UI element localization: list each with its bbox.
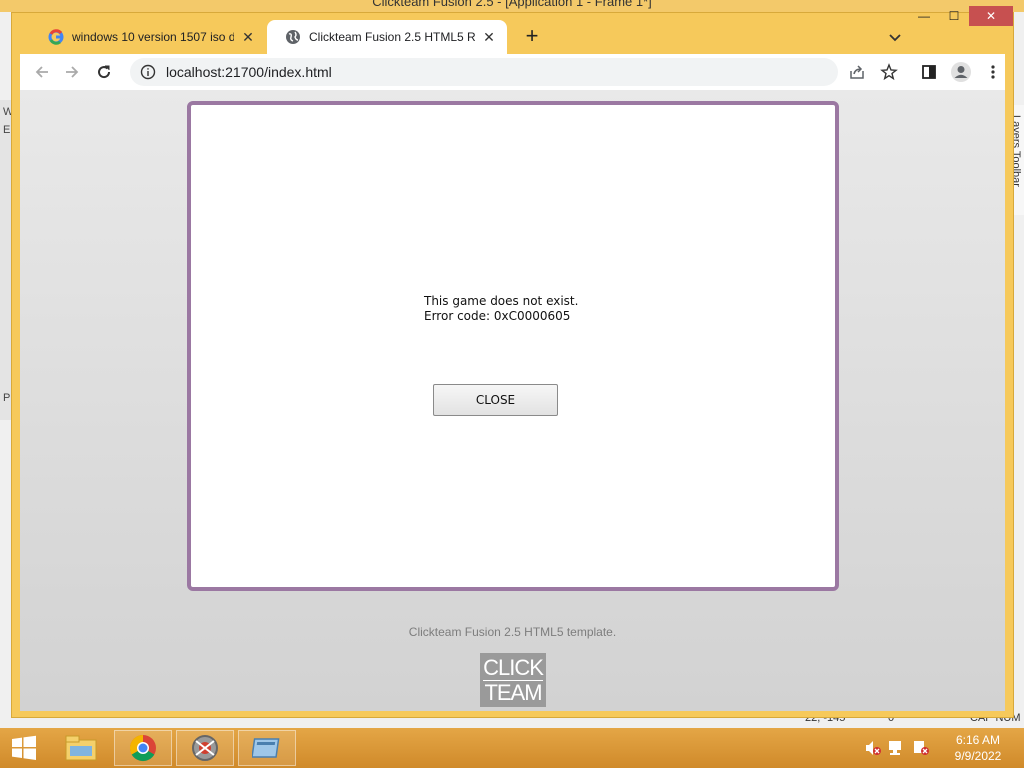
reload-icon[interactable] xyxy=(92,60,116,84)
action-center-icon[interactable] xyxy=(912,739,930,757)
clickteam-fusion-icon[interactable] xyxy=(176,730,234,766)
globe-icon xyxy=(285,29,301,45)
logo-text-top: CLICK xyxy=(483,655,544,680)
logo-text-bottom: TEAM xyxy=(484,680,542,705)
system-clock[interactable]: 6:16 AM 9/9/2022 xyxy=(942,732,1014,764)
windows-start-icon[interactable] xyxy=(10,735,38,761)
template-caption: Clickteam Fusion 2.5 HTML5 template. xyxy=(408,625,617,639)
tab-google-search[interactable]: windows 10 version 1507 iso download ✕ xyxy=(30,20,266,54)
tab-strip: windows 10 version 1507 iso download ✕ C… xyxy=(20,20,1005,54)
google-icon xyxy=(48,29,64,45)
tab-clickteam-runtime[interactable]: Clickteam Fusion 2.5 HTML5 Runtime ✕ xyxy=(267,20,507,54)
chrome-icon[interactable] xyxy=(114,730,172,766)
more-menu-icon[interactable] xyxy=(981,60,1005,84)
windows-taskbar: 6:16 AM 9/9/2022 xyxy=(0,728,1024,768)
back-arrow-icon[interactable] xyxy=(30,60,54,84)
chevron-down-icon[interactable] xyxy=(885,27,905,47)
error-message-line: This game does not exist. xyxy=(424,294,579,308)
new-tab-button[interactable]: + xyxy=(520,25,544,49)
error-code-line: Error code: 0xC0000605 xyxy=(424,309,571,323)
page-viewport: This game does not exist. Error code: 0x… xyxy=(20,90,1005,711)
left-panel-label: W xyxy=(3,106,14,118)
tab-title: windows 10 version 1507 iso download xyxy=(72,30,234,44)
network-icon[interactable] xyxy=(888,739,906,757)
address-bar[interactable]: localhost:21700/index.html xyxy=(130,58,838,86)
bookmark-star-icon[interactable] xyxy=(877,60,901,84)
volume-muted-icon[interactable] xyxy=(864,739,882,757)
background-app-title-bar: Clickteam Fusion 2.5 - [Application 1 - … xyxy=(0,0,1024,12)
background-app-title: Clickteam Fusion 2.5 - [Application 1 - … xyxy=(372,0,652,9)
browser-toolbar: localhost:21700/index.html xyxy=(20,54,1005,90)
side-panel-icon[interactable] xyxy=(917,60,941,84)
share-icon[interactable] xyxy=(845,60,869,84)
error-message: This game does not exist. Error code: 0x… xyxy=(424,294,578,324)
chrome-browser-window: — ☐ ✕ windows 10 version 1507 iso downlo… xyxy=(11,6,1014,718)
left-panel-label: P xyxy=(3,392,11,404)
profile-avatar-icon[interactable] xyxy=(949,60,973,84)
close-tab-icon[interactable]: ✕ xyxy=(481,29,497,45)
system-tray: 6:16 AM 9/9/2022 xyxy=(864,728,1024,768)
clickteam-logo: CLICK TEAM xyxy=(480,653,546,707)
left-panel-label: E xyxy=(3,124,11,136)
close-button[interactable]: CLOSE xyxy=(433,384,558,416)
url-text: localhost:21700/index.html xyxy=(166,64,332,80)
tab-title: Clickteam Fusion 2.5 HTML5 Runtime xyxy=(309,30,475,44)
site-info-icon[interactable] xyxy=(140,64,156,80)
app-window-icon[interactable] xyxy=(238,730,296,766)
close-tab-icon[interactable]: ✕ xyxy=(240,29,256,45)
forward-arrow-icon[interactable] xyxy=(60,60,84,84)
clock-time: 6:16 AM xyxy=(955,733,1001,747)
clock-date: 9/9/2022 xyxy=(954,749,1002,763)
game-canvas-frame[interactable]: This game does not exist. Error code: 0x… xyxy=(187,101,839,591)
file-explorer-icon[interactable] xyxy=(52,730,110,766)
